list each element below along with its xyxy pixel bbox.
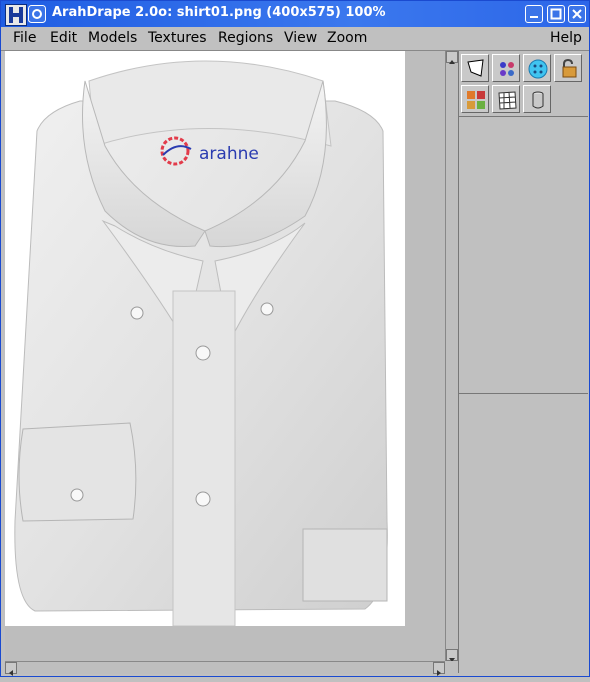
app-window: ArahDrape 2.0o: shirt01.png (400x575) 10… — [0, 0, 590, 677]
vertical-scrollbar[interactable] — [445, 51, 458, 662]
menu-regions[interactable]: Regions — [218, 30, 273, 46]
menu-models[interactable]: Models — [88, 30, 137, 46]
app-icon[interactable] — [5, 4, 27, 26]
menu-textures[interactable]: Textures — [148, 30, 207, 46]
menu-bar: File Edit Models Textures Regions View Z… — [1, 27, 589, 51]
select-region-icon[interactable] — [461, 54, 489, 82]
title-bar[interactable]: ArahDrape 2.0o: shirt01.png (400x575) 10… — [1, 1, 589, 27]
color-dots-icon[interactable] — [492, 54, 520, 82]
cylinder-icon[interactable] — [523, 85, 551, 113]
menu-help[interactable]: Help — [550, 30, 582, 46]
tool-panel — [458, 51, 588, 673]
minimize-button[interactable] — [525, 5, 543, 23]
close-button[interactable] — [568, 5, 586, 23]
maximize-button[interactable] — [547, 5, 565, 23]
panel-divider — [459, 116, 588, 117]
logo-text: arahne — [199, 144, 259, 164]
shirt-illustration: arahne — [14, 60, 388, 627]
scroll-right-button[interactable] — [433, 662, 445, 676]
scroll-down-button[interactable] — [446, 649, 458, 662]
padlock-icon[interactable] — [554, 54, 582, 82]
image-canvas[interactable]: arahne — [5, 51, 445, 661]
menu-edit[interactable]: Edit — [50, 30, 77, 46]
button-icon[interactable] — [523, 54, 551, 82]
scroll-left-button[interactable] — [5, 662, 17, 676]
scroll-up-button[interactable] — [446, 51, 458, 64]
masks-icon[interactable] — [461, 85, 489, 113]
window-title: ArahDrape 2.0o: shirt01.png (400x575) 10… — [52, 5, 386, 20]
shirt-image[interactable]: arahne — [5, 51, 405, 627]
menu-zoom[interactable]: Zoom — [327, 30, 367, 46]
menu-file[interactable]: File — [13, 30, 36, 46]
menu-view[interactable]: View — [284, 30, 317, 46]
scroll-corner — [445, 661, 457, 673]
panel-divider-lower — [459, 393, 588, 394]
grid-mesh-icon[interactable] — [492, 85, 520, 113]
horizontal-scrollbar[interactable] — [5, 661, 445, 676]
window-menu-icon[interactable] — [28, 5, 46, 23]
